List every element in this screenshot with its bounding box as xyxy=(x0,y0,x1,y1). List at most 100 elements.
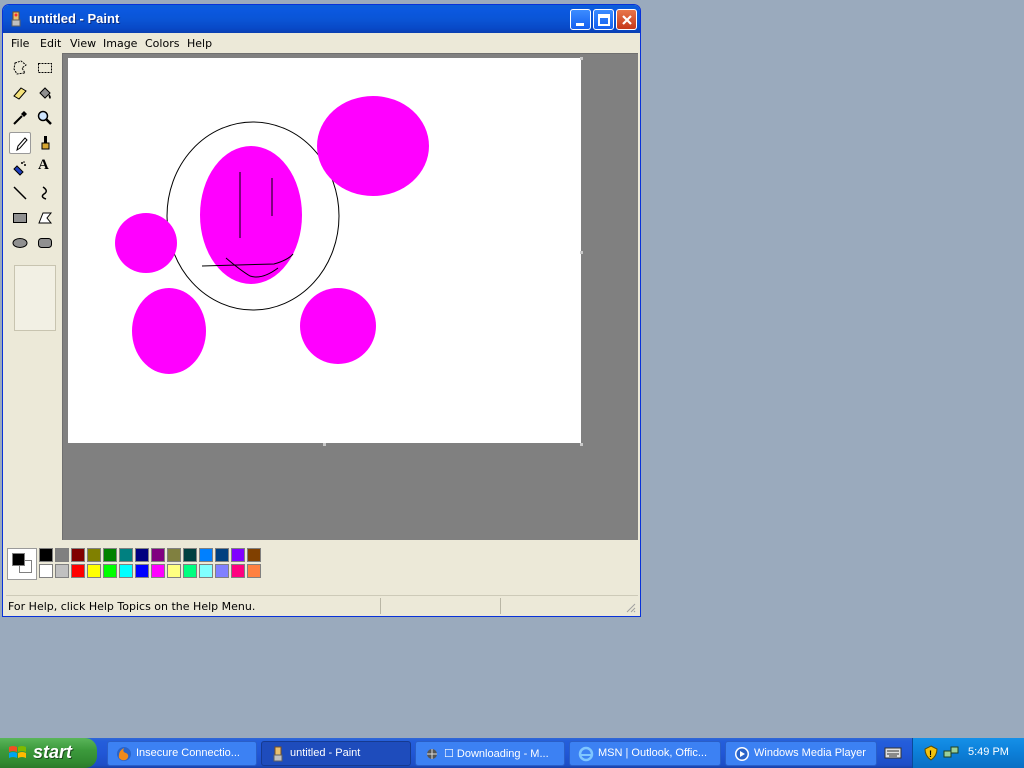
color-swatch[interactable] xyxy=(215,564,229,578)
taskbar-item-firefox[interactable]: Insecure Connectio... xyxy=(107,741,257,766)
windows-logo-icon xyxy=(9,746,26,758)
free-form-select-icon xyxy=(13,60,27,75)
tool-line[interactable] xyxy=(9,182,31,204)
resize-handle[interactable] xyxy=(323,443,326,446)
clock[interactable]: 5:49 PM xyxy=(968,746,1009,758)
color-swatch[interactable] xyxy=(119,548,133,562)
color-swatch[interactable] xyxy=(71,548,85,562)
color-swatch[interactable] xyxy=(247,548,261,562)
tool-ellipse[interactable] xyxy=(9,232,31,254)
ie-icon xyxy=(578,746,594,762)
taskbar-item-media-player[interactable]: Windows Media Player xyxy=(725,741,877,766)
taskbar-item-msn[interactable]: MSN | Outlook, Offic... xyxy=(569,741,721,766)
color-swatch[interactable] xyxy=(135,548,149,562)
color-swatch[interactable] xyxy=(39,548,53,562)
paint-bucket-icon xyxy=(39,87,51,99)
maximize-button[interactable] xyxy=(593,9,614,30)
color-swatch[interactable] xyxy=(231,548,245,562)
tool-airbrush[interactable] xyxy=(9,157,31,179)
drawing-svg xyxy=(115,96,429,374)
minimize-button[interactable] xyxy=(570,9,591,30)
close-icon xyxy=(622,15,632,25)
color-swatch[interactable] xyxy=(199,564,213,578)
taskbar-item-label: Windows Media Player xyxy=(754,747,866,759)
tool-select[interactable] xyxy=(34,57,56,79)
security-shield-icon[interactable]: ! xyxy=(923,745,939,761)
paint-app-icon xyxy=(11,11,21,27)
color-swatch[interactable] xyxy=(39,564,53,578)
color-swatch[interactable] xyxy=(183,548,197,562)
resize-handle[interactable] xyxy=(580,251,583,254)
color-swatch[interactable] xyxy=(103,564,117,578)
color-swatch[interactable] xyxy=(183,564,197,578)
color-swatch[interactable] xyxy=(215,548,229,562)
firefox-icon xyxy=(117,747,131,761)
menu-edit[interactable]: Edit xyxy=(40,37,61,50)
media-player-icon xyxy=(735,747,749,761)
tool-rounded-rectangle[interactable] xyxy=(34,232,56,254)
eraser-icon xyxy=(13,87,27,100)
tool-rectangle[interactable] xyxy=(9,207,31,229)
current-colors[interactable] xyxy=(7,548,37,580)
tool-polygon[interactable] xyxy=(34,207,56,229)
close-button[interactable] xyxy=(616,9,637,30)
tool-curve[interactable] xyxy=(34,182,56,204)
color-swatch[interactable] xyxy=(135,564,149,578)
color-swatch[interactable] xyxy=(199,548,213,562)
color-swatch[interactable] xyxy=(231,564,245,578)
color-swatch[interactable] xyxy=(87,548,101,562)
color-swatch[interactable] xyxy=(55,564,69,578)
minimize-icon xyxy=(576,23,584,26)
color-swatch[interactable] xyxy=(55,548,69,562)
tool-pencil[interactable] xyxy=(9,132,31,154)
canvas-scroll-area[interactable] xyxy=(62,53,638,540)
tool-brush[interactable] xyxy=(34,132,56,154)
drawing-canvas[interactable] xyxy=(68,58,581,443)
color-swatch[interactable] xyxy=(103,548,117,562)
toolbox: A xyxy=(6,56,62,540)
color-swatch[interactable] xyxy=(119,564,133,578)
keyboard-icon[interactable] xyxy=(884,745,902,761)
taskbar: start Insecure Connectio... untitled - P… xyxy=(0,738,1024,768)
color-swatch[interactable] xyxy=(71,564,85,578)
menu-view[interactable]: View xyxy=(70,37,96,50)
resize-grip-icon[interactable] xyxy=(624,601,636,613)
menu-help[interactable]: Help xyxy=(187,37,212,50)
tool-pick-color[interactable] xyxy=(9,107,31,129)
color-swatch[interactable] xyxy=(151,564,165,578)
tool-eraser[interactable] xyxy=(9,82,31,104)
status-bar: For Help, click Help Topics on the Help … xyxy=(6,595,638,615)
line-icon xyxy=(13,186,27,200)
tool-free-form-select[interactable] xyxy=(9,57,31,79)
tool-fill[interactable] xyxy=(34,82,56,104)
tool-text[interactable]: A xyxy=(34,157,56,179)
status-pane-size xyxy=(500,598,620,614)
left-blob xyxy=(115,213,177,273)
color-swatch[interactable] xyxy=(167,564,181,578)
menu-file[interactable]: File xyxy=(11,37,29,50)
rect-select-icon xyxy=(38,63,52,73)
taskbar-item-paint[interactable]: untitled - Paint xyxy=(261,741,411,766)
resize-handle[interactable] xyxy=(580,57,583,60)
menu-colors[interactable]: Colors xyxy=(145,37,179,50)
color-swatch[interactable] xyxy=(167,548,181,562)
text-icon: A xyxy=(38,157,49,173)
status-pane-coords xyxy=(380,598,500,614)
color-swatch[interactable] xyxy=(87,564,101,578)
network-icon[interactable] xyxy=(943,745,959,761)
start-button[interactable]: start xyxy=(0,738,97,768)
rounded-rectangle-icon xyxy=(38,238,52,248)
color-swatch[interactable] xyxy=(151,548,165,562)
system-tray: ! 5:49 PM xyxy=(912,738,1024,768)
tool-options-panel[interactable] xyxy=(14,265,56,331)
menu-image[interactable]: Image xyxy=(103,37,137,50)
download-icon xyxy=(427,749,437,759)
color-swatch[interactable] xyxy=(247,564,261,578)
tool-magnifier[interactable] xyxy=(34,107,56,129)
start-label: start xyxy=(33,742,73,762)
resize-handle[interactable] xyxy=(580,443,583,446)
foreground-color xyxy=(12,553,25,566)
taskbar-item-downloading[interactable]: ☐ Downloading - M... xyxy=(415,741,565,766)
title-bar[interactable]: untitled - Paint xyxy=(3,5,640,33)
eyedropper-icon xyxy=(13,111,27,125)
